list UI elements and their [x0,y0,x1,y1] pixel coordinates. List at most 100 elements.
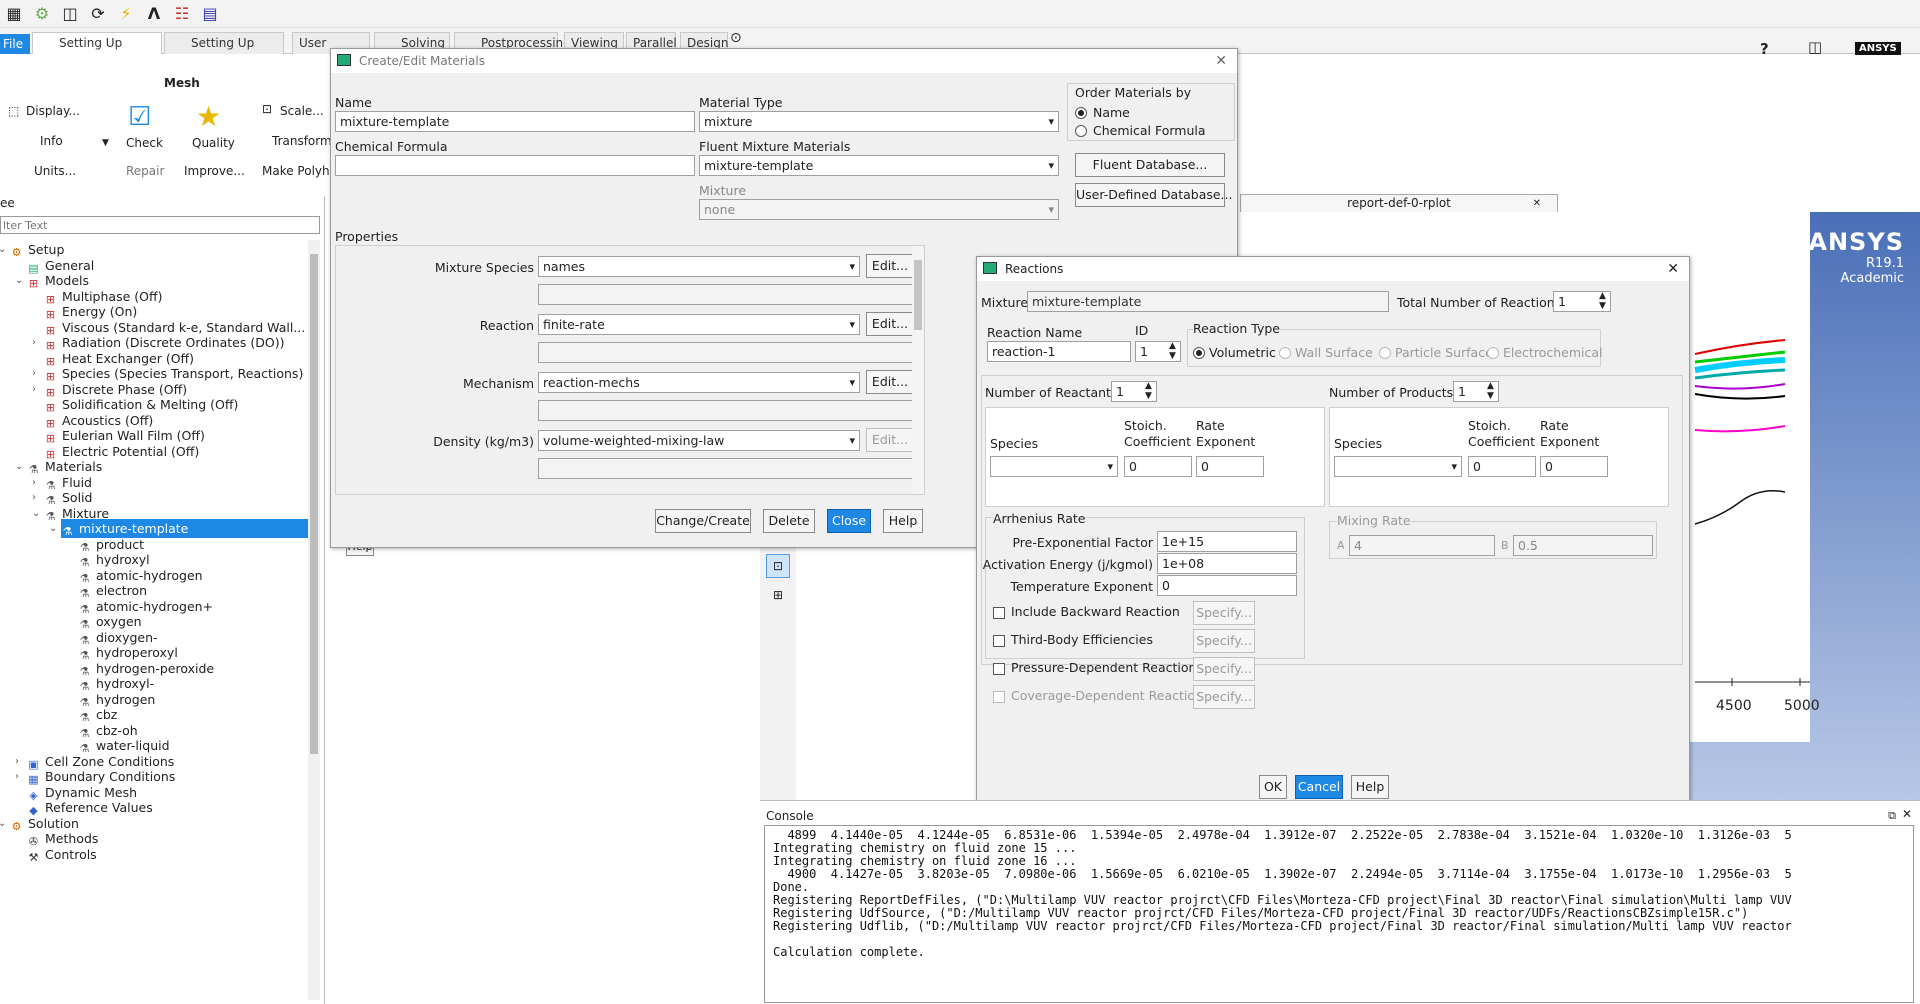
prop-reaction-edit-button[interactable]: Edit... [866,312,914,336]
reactant-stoich-input[interactable]: 0 [1124,456,1192,477]
display-button[interactable]: Display... [26,104,80,118]
backward-reaction-checkbox[interactable] [993,607,1005,619]
info-button[interactable]: Info [40,134,63,148]
console-output[interactable]: 4899 4.1440e-05 4.1244e-05 6.8531e-06 1.… [764,825,1914,1003]
chevron-right-icon[interactable]: › [32,333,36,352]
prop-mixture-species-select[interactable]: names [538,256,860,277]
console-close-icon[interactable]: ✕ [1902,807,1912,821]
mixing-a-input[interactable]: 4 [1349,535,1495,556]
change-create-button[interactable]: Change/Create [655,509,751,533]
prop-reaction-select[interactable]: finite-rate [538,314,860,335]
help-button[interactable]: Help [883,509,923,533]
tree-scrollbar[interactable] [308,240,320,1000]
pressure-dependent-checkbox[interactable] [993,663,1005,675]
prop-density-select[interactable]: volume-weighted-mixing-law [538,430,860,451]
tab-setting-up-physics[interactable]: Setting Up Physics [164,32,284,70]
quality-button[interactable]: Quality [192,136,235,150]
help-icon[interactable]: ? [1760,40,1769,58]
cancel-button[interactable]: Cancel [1295,775,1343,799]
fluent-mixture-select[interactable]: mixture-template [699,155,1059,176]
type-electrochemical-radio[interactable] [1487,347,1499,359]
product-species-select[interactable] [1334,456,1462,477]
type-volumetric-radio[interactable] [1193,347,1205,359]
chevron-down-icon[interactable]: ⌄ [0,240,6,259]
lightning-icon[interactable]: ⚡ [116,4,136,24]
parameters-icon[interactable]: ☷ [172,4,192,24]
transform-button[interactable]: Transform [272,134,332,148]
improve-button[interactable]: Improve... [184,164,245,178]
type-particle-surface-radio[interactable] [1379,347,1391,359]
scale-button[interactable]: Scale... [280,104,324,118]
chevron-down-icon[interactable]: ⌄ [32,504,40,523]
pre-exp-factor-input[interactable]: 1e+15 [1157,531,1297,552]
chevron-down-icon[interactable]: ⌄ [49,519,57,538]
backward-reaction-specify-button[interactable]: Specify... [1193,601,1255,625]
help-button[interactable]: Help [1351,775,1389,799]
tab-setting-up-domain[interactable]: Setting Up Domain [32,32,162,70]
coverage-dependent-specify-button[interactable]: Specify... [1193,685,1255,709]
product-rate-input[interactable]: 0 [1540,456,1608,477]
plot-tab[interactable]: report-def-0-rplot ✕ [1240,194,1558,212]
material-type-select[interactable]: mixture [699,111,1059,132]
chevron-right-icon[interactable]: › [15,767,19,786]
prop-density-edit-button[interactable]: Edit... [866,428,914,452]
mixture-select[interactable]: none [699,199,1059,220]
reaction-id-spinner-icon[interactable]: ▲ ▼ [1169,341,1176,361]
close-icon[interactable]: ✕ [1215,49,1227,73]
prop-mixture-species-edit-button[interactable]: Edit... [866,254,914,278]
file-tab[interactable]: File [0,34,30,54]
plot-tab-close-icon[interactable]: ✕ [1533,195,1541,212]
activation-energy-input[interactable]: 1e+08 [1157,553,1297,574]
layout-icon[interactable]: ◫ [1808,38,1822,56]
user-defined-database-button[interactable]: User-Defined Database... [1075,183,1232,207]
ansys-a-icon[interactable]: Λ [144,4,164,24]
tree-item[interactable]: ⚒ Controls [27,845,97,864]
product-stoich-input[interactable]: 0 [1468,456,1536,477]
console-undock-icon[interactable]: ⧉ [1888,809,1896,823]
units-button[interactable]: Units... [34,164,76,178]
products-spinner-icon[interactable]: ▲ ▼ [1487,381,1494,401]
reaction-name-input[interactable]: reaction-1 [987,341,1131,362]
cube-icon[interactable]: ▦ [4,4,24,24]
third-body-specify-button[interactable]: Specify... [1193,629,1255,653]
type-wall-surface-radio[interactable] [1279,347,1291,359]
close-button[interactable]: Close [827,509,871,533]
check-button[interactable]: Check [126,136,163,150]
close-icon[interactable]: ✕ [1667,257,1679,281]
moe-icon[interactable]: ▤ [200,4,220,24]
info-dropdown-icon[interactable]: ▼ [102,138,109,148]
total-reactions-spinner-icon[interactable]: ▲ ▼ [1599,291,1606,311]
order-by-name-radio[interactable] [1075,107,1087,119]
mixing-b-input[interactable]: 0.5 [1513,535,1653,556]
reactant-rate-input[interactable]: 0 [1196,456,1264,477]
chevron-down-icon[interactable]: ⌄ [15,271,23,290]
fluent-database-button[interactable]: Fluent Database... [1075,153,1225,177]
third-body-checkbox[interactable] [993,635,1005,647]
repair-button[interactable]: Repair [126,164,164,178]
reactant-stoich-header: Stoich. [1124,418,1167,433]
prop-density-value [538,458,914,479]
properties-scrollbar[interactable] [912,246,924,494]
chevron-down-icon[interactable]: ⌄ [0,814,6,833]
reactant-species-select[interactable] [990,456,1118,477]
box-icon[interactable]: ◫ [60,4,80,24]
tree-filter-input[interactable] [0,216,320,234]
setup-icon[interactable]: ⚙ [32,4,52,24]
refresh-icon[interactable]: ⟳ [88,4,108,24]
order-by-formula-radio[interactable] [1075,125,1087,137]
reactants-spinner-icon[interactable]: ▲ ▼ [1145,381,1152,401]
pressure-dependent-specify-button[interactable]: Specify... [1193,657,1255,681]
chevron-down-icon[interactable]: ⌄ [15,457,23,476]
expand-tabs-icon[interactable]: ⊙ [730,30,742,46]
prop-mechanism-select[interactable]: reaction-mechs [538,372,860,393]
coverage-dependent-checkbox[interactable] [993,691,1005,703]
chemical-formula-input[interactable] [335,155,695,176]
ok-button[interactable]: OK [1259,775,1287,799]
name-input[interactable]: mixture-template [335,111,695,132]
make-polyhedra-button[interactable]: Make Polyh [262,164,330,178]
chevron-right-icon[interactable]: › [32,380,36,399]
delete-button[interactable]: Delete [763,509,815,533]
zoom-view-icon[interactable]: ⊞ [766,584,790,608]
select-view-icon[interactable]: ⊡ [766,554,790,578]
prop-mechanism-edit-button[interactable]: Edit... [866,370,914,394]
